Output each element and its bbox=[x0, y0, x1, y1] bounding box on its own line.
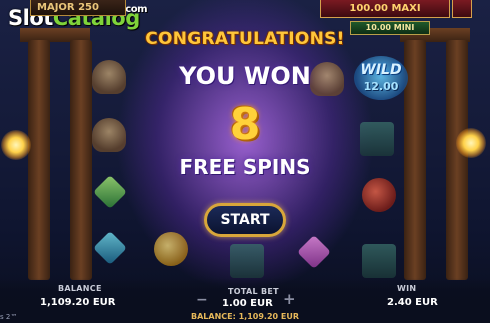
win-label: WIN bbox=[397, 284, 417, 293]
congratulations-heading: CONGRATULATIONS! bbox=[145, 29, 345, 49]
chest-icon bbox=[230, 244, 264, 278]
free-spins-text: FREE SPINS bbox=[179, 155, 311, 179]
green-gem-icon bbox=[93, 175, 127, 209]
horn-icon bbox=[362, 178, 396, 212]
major-jackpot: MAJOR 250 bbox=[30, 0, 126, 16]
total-bet-label: TOTAL BET bbox=[228, 287, 279, 296]
game-stage: SlotCatalog .com MAJOR 250 100.00 MAXI 1… bbox=[0, 0, 490, 323]
free-spins-count: 8 bbox=[229, 99, 261, 150]
start-button[interactable]: START bbox=[204, 203, 286, 237]
balance-label: BALANCE bbox=[58, 284, 102, 293]
you-won-text: YOU WON bbox=[179, 62, 311, 90]
increase-bet-button[interactable]: + bbox=[283, 290, 296, 308]
game-name-corner: s 2™ bbox=[0, 313, 18, 321]
decrease-bet-button[interactable]: − bbox=[196, 292, 208, 308]
blue-gem-icon bbox=[93, 231, 127, 265]
chest-icon bbox=[362, 244, 396, 278]
coin-icon bbox=[154, 232, 188, 266]
balance-value: 1,109.20 EUR bbox=[40, 297, 116, 308]
pink-gem-icon bbox=[297, 235, 331, 269]
footer-balance: BALANCE: 1,109.20 EUR bbox=[191, 312, 299, 321]
jackpot-corner-ornament bbox=[452, 0, 472, 18]
maxi-jackpot: 100.00 MAXI bbox=[320, 0, 450, 18]
win-value: 2.40 EUR bbox=[387, 297, 438, 308]
total-bet-value: 1.00 EUR bbox=[222, 298, 273, 309]
